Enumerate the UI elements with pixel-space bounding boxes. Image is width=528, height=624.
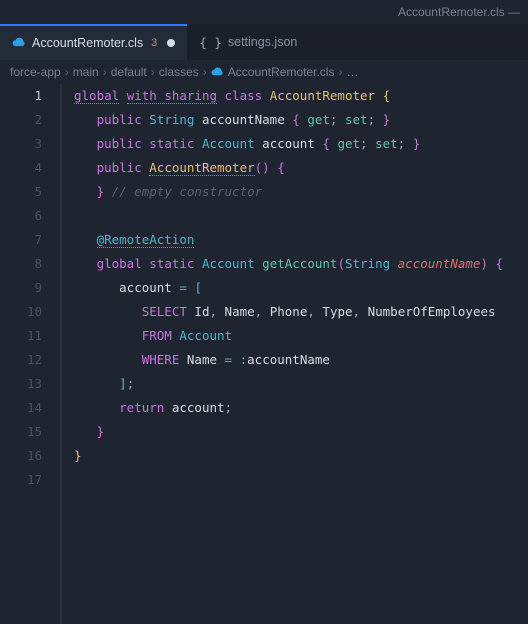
line-number: 9 [0, 276, 42, 300]
code-line[interactable] [74, 204, 528, 228]
line-number: 5 [0, 180, 42, 204]
line-number: 15 [0, 420, 42, 444]
code-line[interactable]: return account; [74, 396, 528, 420]
code-line[interactable]: } [74, 420, 528, 444]
editor[interactable]: 1234567891011121314151617 global with sh… [0, 84, 528, 624]
tab-label: AccountRemoter.cls [32, 36, 143, 50]
cloud-icon [211, 65, 224, 79]
breadcrumb-file[interactable]: AccountRemoter.cls [228, 65, 335, 79]
breadcrumb-item[interactable]: default [111, 65, 147, 79]
line-number-gutter: 1234567891011121314151617 [0, 84, 60, 624]
line-number: 8 [0, 252, 42, 276]
code-line[interactable]: } // empty constructor [74, 180, 528, 204]
tab-label: settings.json [228, 35, 297, 49]
breadcrumbs[interactable]: force-app › main › default › classes › A… [0, 60, 528, 84]
tab-settings-json[interactable]: { } settings.json [187, 24, 309, 60]
line-number: 10 [0, 300, 42, 324]
line-number: 12 [0, 348, 42, 372]
code-area[interactable]: global with sharing class AccountRemoter… [60, 84, 528, 624]
dirty-indicator-icon [167, 39, 175, 47]
code-line[interactable]: account = [ [74, 276, 528, 300]
chevron-right-icon: › [103, 65, 107, 79]
line-number: 4 [0, 156, 42, 180]
breadcrumb-item[interactable]: classes [159, 65, 199, 79]
line-number: 3 [0, 132, 42, 156]
code-line[interactable]: global with sharing class AccountRemoter… [74, 84, 528, 108]
code-line[interactable] [74, 468, 528, 492]
code-line[interactable]: public AccountRemoter() { [74, 156, 528, 180]
tab-accountremoter-cls[interactable]: AccountRemoter.cls 3 [0, 24, 187, 60]
chevron-right-icon: › [338, 65, 342, 79]
tab-bar: AccountRemoter.cls 3 { } settings.json [0, 24, 528, 60]
line-number: 11 [0, 324, 42, 348]
line-number: 16 [0, 444, 42, 468]
chevron-right-icon: › [203, 65, 207, 79]
code-line[interactable]: @RemoteAction [74, 228, 528, 252]
line-number: 1 [0, 84, 42, 108]
code-line[interactable]: SELECT Id, Name, Phone, Type, NumberOfEm… [74, 300, 528, 324]
code-line[interactable]: } [74, 444, 528, 468]
braces-icon: { } [199, 35, 222, 50]
breadcrumb-item[interactable]: main [73, 65, 99, 79]
code-line[interactable]: FROM Account [74, 324, 528, 348]
line-number: 14 [0, 396, 42, 420]
line-number: 2 [0, 108, 42, 132]
code-line[interactable]: ]; [74, 372, 528, 396]
code-line[interactable]: public static Account account { get; set… [74, 132, 528, 156]
code-line[interactable]: WHERE Name = :accountName [74, 348, 528, 372]
line-number: 17 [0, 468, 42, 492]
breadcrumb-overflow[interactable]: … [346, 65, 358, 79]
titlebar-filename: AccountRemoter.cls — [398, 5, 520, 19]
line-number: 13 [0, 372, 42, 396]
chevron-right-icon: › [151, 65, 155, 79]
line-number: 7 [0, 228, 42, 252]
chevron-right-icon: › [65, 65, 69, 79]
code-line[interactable]: global static Account getAccount(String … [74, 252, 528, 276]
breadcrumb-item[interactable]: force-app [10, 65, 61, 79]
line-number: 6 [0, 204, 42, 228]
tab-badge: 3 [151, 37, 157, 49]
code-line[interactable]: public String accountName { get; set; } [74, 108, 528, 132]
titlebar: AccountRemoter.cls — [0, 0, 528, 24]
cloud-icon [12, 35, 26, 52]
